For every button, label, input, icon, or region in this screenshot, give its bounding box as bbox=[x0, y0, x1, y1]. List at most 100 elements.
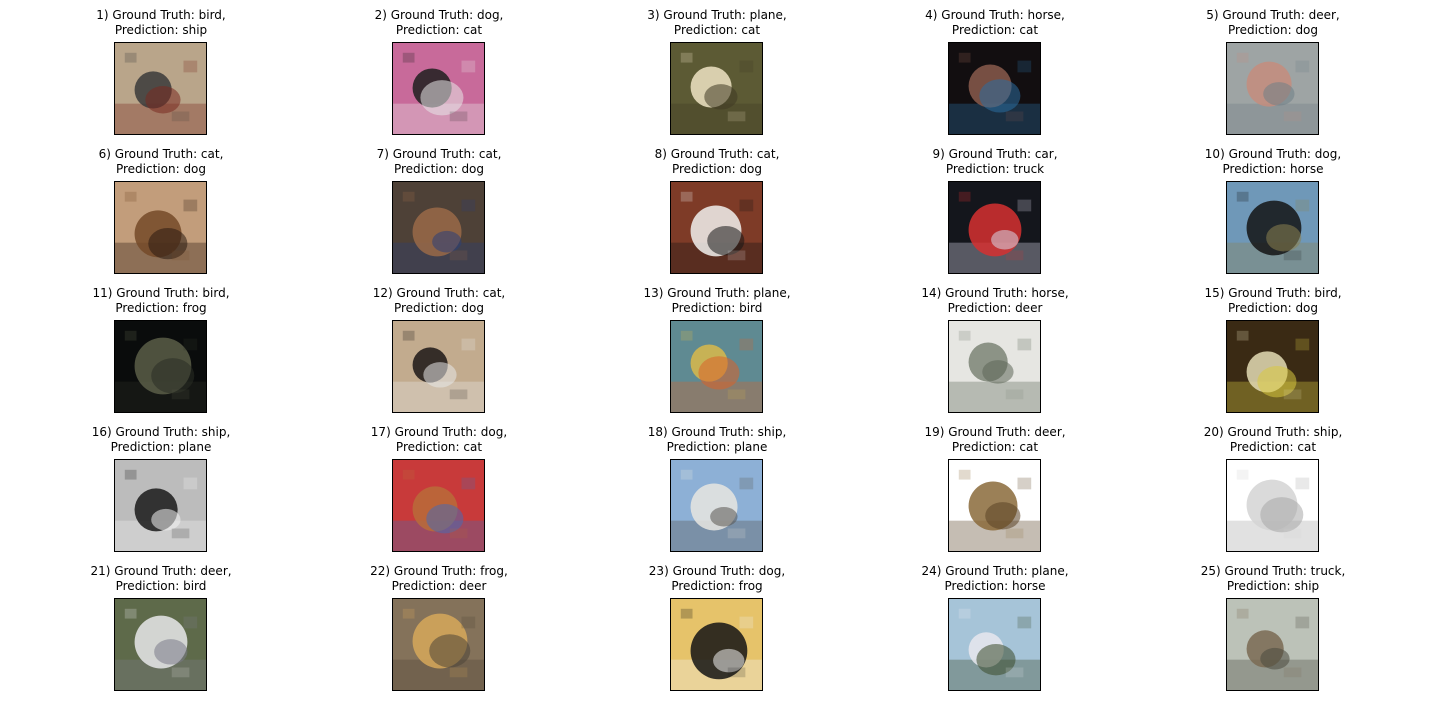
ground-truth-label: 20) Ground Truth: ship, bbox=[1203, 425, 1343, 439]
prediction-label: Prediction: horse bbox=[944, 579, 1046, 593]
sleeping-dog-image bbox=[392, 459, 485, 552]
ground-truth-label: 16) Ground Truth: ship, bbox=[91, 425, 231, 439]
prediction-label: Prediction: plane bbox=[666, 440, 768, 454]
prediction-label: Prediction: bird bbox=[671, 301, 763, 315]
sample-caption: 16) Ground Truth: ship, Prediction: plane bbox=[71, 425, 251, 455]
ground-truth-label: 25) Ground Truth: truck, bbox=[1200, 564, 1346, 578]
horse-statue-image bbox=[948, 320, 1041, 413]
sample-caption: 19) Ground Truth: deer, Prediction: cat bbox=[905, 425, 1085, 455]
sample-caption: 14) Ground Truth: horse, Prediction: deer bbox=[905, 286, 1085, 316]
ground-truth-label: 15) Ground Truth: bird, bbox=[1204, 286, 1342, 300]
ground-truth-label: 7) Ground Truth: cat, bbox=[376, 147, 502, 161]
prediction-label: Prediction: dog bbox=[671, 162, 763, 176]
sample-cell: 4) Ground Truth: horse, Prediction: cat bbox=[905, 0, 1085, 135]
thumbnail-svg bbox=[949, 321, 1040, 412]
thumbnail-svg bbox=[949, 182, 1040, 273]
sample-caption: 21) Ground Truth: deer, Prediction: bird bbox=[71, 564, 251, 594]
ground-truth-label: 10) Ground Truth: dog, bbox=[1204, 147, 1342, 161]
brown-cat-image bbox=[114, 181, 207, 274]
prediction-label: Prediction: cat bbox=[1229, 440, 1317, 454]
sample-caption: 24) Ground Truth: plane, Prediction: hors… bbox=[905, 564, 1085, 594]
airshow-plane-image bbox=[670, 320, 763, 413]
thumbnail-svg bbox=[949, 43, 1040, 134]
sample-cell: 15) Ground Truth: bird, Prediction: dog bbox=[1183, 278, 1363, 413]
thumbnail-svg bbox=[393, 460, 484, 551]
long-haired-dog-image bbox=[392, 42, 485, 135]
sample-cell: 2) Ground Truth: dog, Prediction: cat bbox=[349, 0, 529, 135]
sample-caption: 6) Ground Truth: cat, Prediction: dog bbox=[71, 147, 251, 177]
sample-cell: 22) Ground Truth: frog, Prediction: deer bbox=[349, 556, 529, 691]
misclassification-grid: 1) Ground Truth: bird, Prediction: ship 2… bbox=[0, 0, 1440, 720]
sample-cell: 13) Ground Truth: plane, Prediction: bird bbox=[627, 278, 807, 413]
prediction-label: Prediction: cat bbox=[395, 440, 483, 454]
thumbnail-svg bbox=[949, 460, 1040, 551]
sample-cell: 19) Ground Truth: deer, Prediction: cat bbox=[905, 417, 1085, 552]
sample-caption: 17) Ground Truth: dog, Prediction: cat bbox=[349, 425, 529, 455]
prediction-label: Prediction: frog bbox=[671, 579, 763, 593]
thumbnail-svg bbox=[115, 460, 206, 551]
black-white-cat-image bbox=[670, 181, 763, 274]
cow-pattern-dog-image bbox=[670, 598, 763, 691]
ground-truth-label: 24) Ground Truth: plane, bbox=[921, 564, 1069, 578]
ground-truth-label: 17) Ground Truth: dog, bbox=[370, 425, 508, 439]
sample-caption: 2) Ground Truth: dog, Prediction: cat bbox=[349, 8, 529, 38]
sample-cell: 16) Ground Truth: ship, Prediction: plane bbox=[71, 417, 251, 552]
sample-caption: 13) Ground Truth: plane, Prediction: bird bbox=[627, 286, 807, 316]
white-deer-image bbox=[114, 598, 207, 691]
ground-truth-label: 13) Ground Truth: plane, bbox=[643, 286, 791, 300]
prediction-label: Prediction: dog bbox=[1227, 301, 1319, 315]
prediction-label: Prediction: cat bbox=[673, 23, 761, 37]
sample-caption: 7) Ground Truth: cat, Prediction: dog bbox=[349, 147, 529, 177]
deer-image bbox=[1226, 42, 1319, 135]
ground-truth-label: 18) Ground Truth: ship, bbox=[647, 425, 787, 439]
prediction-label: Prediction: horse bbox=[1222, 162, 1324, 176]
prediction-label: Prediction: deer bbox=[947, 301, 1043, 315]
ground-truth-label: 22) Ground Truth: frog, bbox=[370, 564, 508, 578]
horse-head-image bbox=[948, 42, 1041, 135]
prediction-label: Prediction: dog bbox=[115, 162, 207, 176]
sample-caption: 9) Ground Truth: car, Prediction: truck bbox=[905, 147, 1085, 177]
thumbnail-svg bbox=[115, 599, 206, 690]
prediction-label: Prediction: deer bbox=[391, 579, 487, 593]
ground-truth-label: 14) Ground Truth: horse, bbox=[921, 286, 1069, 300]
frog-on-rock-image bbox=[392, 598, 485, 691]
prediction-label: Prediction: cat bbox=[951, 23, 1039, 37]
ground-truth-label: 3) Ground Truth: plane, bbox=[647, 8, 787, 22]
sample-caption: 20) Ground Truth: ship, Prediction: cat bbox=[1183, 425, 1363, 455]
prediction-label: Prediction: frog bbox=[115, 301, 207, 315]
thumbnail-svg bbox=[115, 182, 206, 273]
ground-truth-label: 21) Ground Truth: deer, bbox=[90, 564, 232, 578]
prediction-label: Prediction: cat bbox=[951, 440, 1039, 454]
sample-cell: 10) Ground Truth: dog, Prediction: horse bbox=[1183, 139, 1363, 274]
ground-truth-label: 19) Ground Truth: deer, bbox=[924, 425, 1066, 439]
sample-caption: 11) Ground Truth: bird, Prediction: frog bbox=[71, 286, 251, 316]
ground-truth-label: 1) Ground Truth: bird, bbox=[96, 8, 226, 22]
sample-cell: 14) Ground Truth: horse, Prediction: deer bbox=[905, 278, 1085, 413]
thumbnail-svg bbox=[671, 182, 762, 273]
ground-truth-label: 8) Ground Truth: cat, bbox=[654, 147, 780, 161]
thumbnail-svg bbox=[1227, 43, 1318, 134]
ground-truth-label: 4) Ground Truth: horse, bbox=[925, 8, 1065, 22]
sample-cell: 24) Ground Truth: plane, Prediction: hors… bbox=[905, 556, 1085, 691]
sample-caption: 15) Ground Truth: bird, Prediction: dog bbox=[1183, 286, 1363, 316]
thumbnail-svg bbox=[393, 321, 484, 412]
prediction-label: Prediction: dog bbox=[393, 162, 485, 176]
sample-cell: 11) Ground Truth: bird, Prediction: frog bbox=[71, 278, 251, 413]
truck-rear-image bbox=[1226, 598, 1319, 691]
cat-on-cushion-image bbox=[392, 181, 485, 274]
cat-lying-image bbox=[392, 320, 485, 413]
sample-cell: 17) Ground Truth: dog, Prediction: cat bbox=[349, 417, 529, 552]
sample-cell: 9) Ground Truth: car, Prediction: truck bbox=[905, 139, 1085, 274]
black-dog-image bbox=[1226, 181, 1319, 274]
prediction-label: Prediction: plane bbox=[110, 440, 212, 454]
prediction-label: Prediction: cat bbox=[395, 23, 483, 37]
sample-cell: 20) Ground Truth: ship, Prediction: cat bbox=[1183, 417, 1363, 552]
prediction-label: Prediction: bird bbox=[115, 579, 207, 593]
prediction-label: Prediction: ship bbox=[114, 23, 208, 37]
ground-truth-label: 12) Ground Truth: cat, bbox=[372, 286, 506, 300]
white-boat-image bbox=[1226, 459, 1319, 552]
sample-caption: 22) Ground Truth: frog, Prediction: deer bbox=[349, 564, 529, 594]
sample-caption: 12) Ground Truth: cat, Prediction: dog bbox=[349, 286, 529, 316]
thumbnail-svg bbox=[1227, 321, 1318, 412]
sample-cell: 8) Ground Truth: cat, Prediction: dog bbox=[627, 139, 807, 274]
